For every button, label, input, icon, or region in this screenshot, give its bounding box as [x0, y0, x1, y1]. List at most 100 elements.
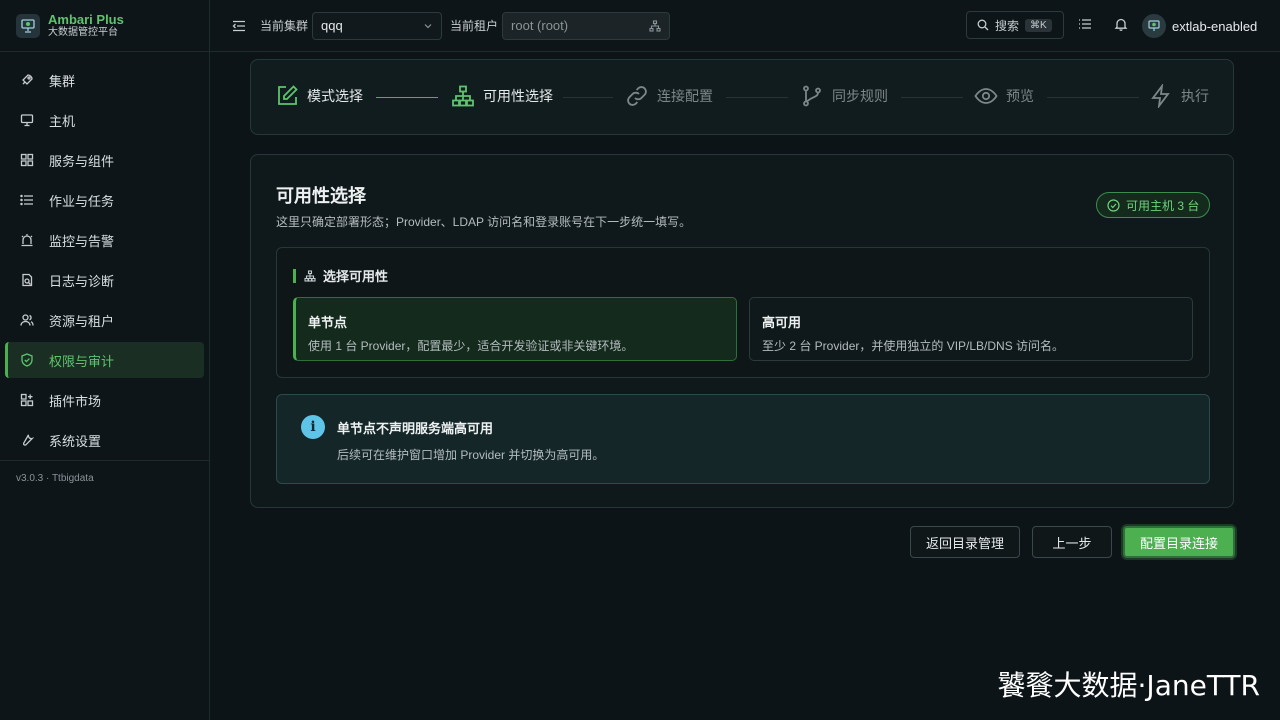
step-label: 执行: [1181, 88, 1209, 104]
sidebar-item-label: 插件市场: [49, 393, 102, 409]
sidebar-item-cluster[interactable]: 集群: [5, 62, 204, 98]
step-preview[interactable]: 预览: [974, 84, 1034, 108]
user-menu[interactable]: extlab-enabled: [1142, 14, 1257, 38]
step-availability[interactable]: 可用性选择: [451, 84, 553, 108]
search-shortcut: ⌘K: [1025, 18, 1052, 32]
availability-card: 可用性选择 这里只确定部署形态；Provider、LDAP 访问名和登录账号在下…: [250, 154, 1234, 508]
cluster-label: 当前集群: [260, 19, 309, 33]
step-execute[interactable]: 执行: [1149, 84, 1209, 108]
avatar: [1142, 14, 1166, 38]
step-connector: [376, 97, 438, 98]
sidebar-item-settings[interactable]: 系统设置: [5, 422, 204, 458]
wrench-icon: [19, 432, 35, 448]
sidebar: Ambari Plus 大数据管控平台 集群 主机 服务与组件 作业与任务 监控…: [0, 0, 210, 720]
step-sync-rules[interactable]: 同步规则: [800, 84, 888, 108]
sidebar-item-label: 监控与告警: [49, 233, 115, 249]
brand-subtitle: 大数据管控平台: [48, 27, 118, 38]
previous-step-button[interactable]: 上一步: [1032, 526, 1112, 558]
git-branch-icon: [800, 84, 824, 108]
sidebar-item-label: 系统设置: [49, 433, 102, 449]
check-circle-icon: [1107, 198, 1126, 212]
step-label: 可用性选择: [483, 88, 553, 104]
sidebar-item-label: 日志与诊断: [49, 273, 115, 289]
info-icon: i: [301, 415, 325, 439]
tenant-field: root (root): [502, 11, 671, 40]
step-connector: [901, 97, 963, 98]
cluster-select-value: qqq: [321, 18, 343, 33]
search-button[interactable]: 搜索 ⌘K: [966, 11, 1064, 39]
info-description: 后续可在维护窗口增加 Provider 并切换为高可用。: [337, 448, 605, 462]
card-title: 可用性选择: [276, 186, 366, 206]
sidebar-item-label: 作业与任务: [49, 193, 115, 209]
brand-logo-icon: [16, 13, 40, 38]
option-title: 单节点: [308, 315, 348, 330]
log-icon: [19, 272, 35, 288]
sidebar-item-resources[interactable]: 资源与租户: [5, 302, 204, 338]
section-accent-bar: [293, 268, 296, 283]
chevron-down-icon: [423, 21, 433, 31]
list-icon: [19, 192, 35, 208]
section-title: 选择可用性: [323, 269, 389, 284]
edit-icon: [275, 84, 299, 108]
step-label: 模式选择: [307, 88, 363, 104]
menu-fold-icon[interactable]: [232, 19, 246, 33]
step-label: 同步规则: [832, 88, 888, 104]
search-icon: [977, 19, 989, 31]
tenant-value: root (root): [511, 18, 569, 33]
sitemap-small-icon: [304, 269, 323, 282]
step-connection-config[interactable]: 连接配置: [625, 84, 713, 108]
section-header: 选择可用性: [293, 266, 388, 285]
sidebar-item-label: 主机: [49, 113, 76, 129]
badge-label: 可用主机 3 台: [1126, 198, 1200, 213]
option-high-availability[interactable]: 高可用 至少 2 台 Provider，并使用独立的 VIP/LB/DNS 访问…: [749, 297, 1193, 361]
watermark: 饕餮大数据·JaneTTR: [997, 669, 1260, 702]
sidebar-item-services[interactable]: 服务与组件: [5, 142, 204, 178]
version-label: v3.0.3 · Ttbigdata: [0, 460, 210, 496]
eye-icon: [974, 84, 998, 108]
option-single-node[interactable]: 单节点 使用 1 台 Provider，配置最少，适合开发验证或非关键环境。: [293, 297, 737, 361]
info-title: 单节点不声明服务端高可用: [337, 421, 494, 436]
plugin-icon: [19, 392, 35, 408]
task-list-icon[interactable]: [1078, 17, 1092, 31]
configure-connection-button[interactable]: 配置目录连接: [1123, 526, 1235, 558]
step-label: 预览: [1006, 88, 1034, 104]
search-label: 搜索: [995, 18, 1020, 33]
bell-icon[interactable]: [1114, 17, 1128, 31]
step-mode-selection[interactable]: 模式选择: [275, 84, 363, 108]
sidebar-item-permissions[interactable]: 权限与审计: [5, 342, 204, 378]
username: extlab-enabled: [1172, 18, 1258, 34]
sidebar-item-logs[interactable]: 日志与诊断: [5, 262, 204, 298]
sidebar-item-jobs[interactable]: 作业与任务: [5, 182, 204, 218]
sidebar-item-label: 服务与组件: [49, 153, 115, 169]
sidebar-item-monitoring[interactable]: 监控与告警: [5, 222, 204, 258]
option-description: 至少 2 台 Provider，并使用独立的 VIP/LB/DNS 访问名。: [762, 339, 1065, 353]
brand[interactable]: Ambari Plus 大数据管控平台: [0, 0, 209, 52]
sidebar-item-label: 集群: [49, 73, 76, 89]
sidebar-item-hosts[interactable]: 主机: [5, 102, 204, 138]
available-hosts-badge: 可用主机 3 台: [1096, 192, 1211, 218]
card-subtitle: 这里只确定部署形态；Provider、LDAP 访问名和登录账号在下一步统一填写…: [276, 215, 692, 229]
sidebar-item-label: 资源与租户: [49, 313, 115, 329]
back-to-catalog-button[interactable]: 返回目录管理: [910, 526, 1020, 558]
top-header: 当前集群 qqq 当前租户 root (root) 搜索 ⌘K extlab-e…: [210, 0, 1280, 52]
tenant-label: 当前租户: [450, 19, 499, 33]
monitor-icon: [19, 112, 35, 128]
hierarchy-icon: [649, 19, 661, 32]
alarm-icon: [19, 232, 35, 248]
availability-section: 选择可用性 单节点 使用 1 台 Provider，配置最少，适合开发验证或非关…: [276, 247, 1210, 378]
lightning-icon: [1149, 84, 1173, 108]
sitemap-icon: [451, 84, 475, 108]
cluster-select[interactable]: qqq: [312, 11, 443, 40]
link-icon: [625, 84, 649, 108]
grid-icon: [19, 152, 35, 168]
step-label: 连接配置: [657, 88, 713, 104]
shield-icon: [19, 352, 35, 368]
option-description: 使用 1 台 Provider，配置最少，适合开发验证或非关键环境。: [308, 339, 634, 353]
wizard-stepper: 模式选择 可用性选择 连接配置 同步规则 预览 执行: [250, 59, 1234, 135]
sidebar-item-plugins[interactable]: 插件市场: [5, 382, 204, 418]
rocket-icon: [19, 72, 35, 88]
option-title: 高可用: [762, 315, 802, 330]
sidebar-item-label: 权限与审计: [49, 353, 115, 369]
info-alert: i 单节点不声明服务端高可用 后续可在维护窗口增加 Provider 并切换为高…: [276, 394, 1210, 484]
step-connector: [726, 97, 788, 98]
